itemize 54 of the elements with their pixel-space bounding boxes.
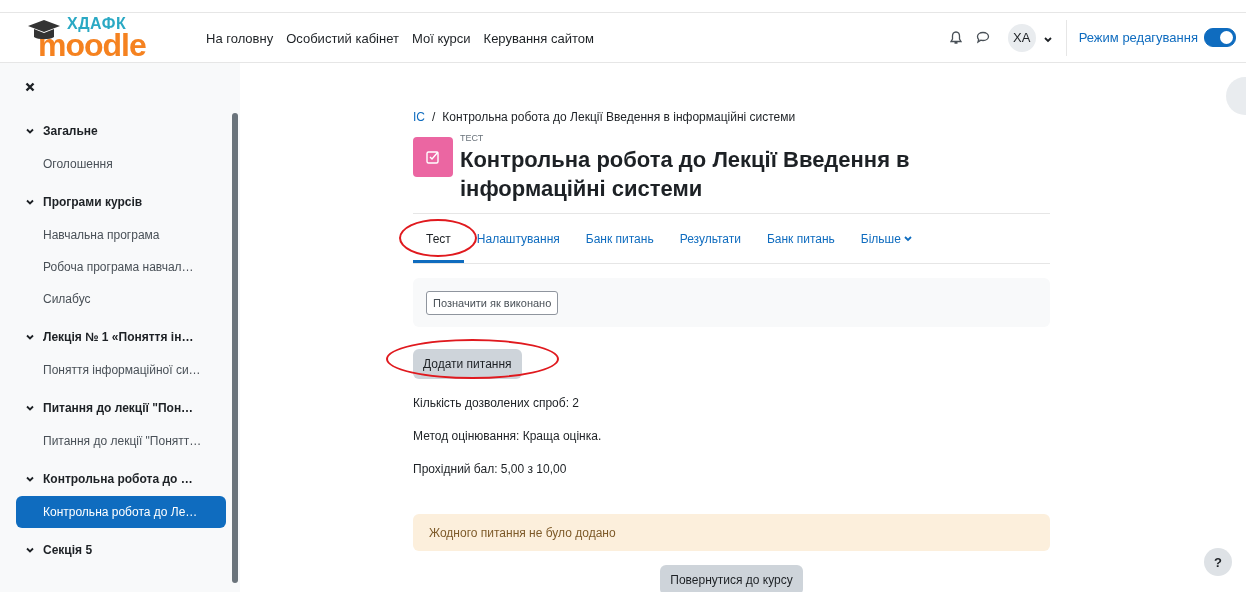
- section-heading[interactable]: Секція 5: [16, 540, 226, 560]
- back-to-course-button[interactable]: Повернутися до курсу: [660, 565, 803, 592]
- chevron-down-icon: [26, 127, 34, 135]
- section-heading[interactable]: Питання до лекції "Пон…: [16, 398, 226, 418]
- nav-link[interactable]: Особистий кабінет: [286, 30, 399, 46]
- section-heading[interactable]: Контрольна робота до …: [16, 469, 226, 489]
- tab[interactable]: Більше: [847, 214, 925, 263]
- course-index-item[interactable]: Оголошення: [16, 148, 226, 180]
- nav-link[interactable]: На головну: [206, 30, 274, 46]
- chat-bubble-icon[interactable]: [975, 31, 990, 44]
- nav-link[interactable]: Мої курси: [411, 30, 471, 46]
- edit-mode-label: Режим редагування: [1078, 30, 1198, 45]
- add-question-button[interactable]: Додати питання: [413, 349, 522, 379]
- course-index-item[interactable]: Робоча програма навчал…: [16, 251, 226, 283]
- chevron-down-icon: [1043, 36, 1052, 43]
- course-index-item[interactable]: Навчальна програма: [16, 219, 226, 251]
- chevron-down-icon: [26, 198, 34, 206]
- breadcrumb-separator: /: [432, 110, 436, 124]
- user-avatar[interactable]: ХА: [1007, 23, 1036, 52]
- quiz-info-text: Кількість дозволених спроб: 2: [413, 396, 580, 410]
- tab[interactable]: Результати: [666, 214, 754, 263]
- nav-link[interactable]: Керування сайтом: [483, 30, 594, 46]
- chevron-down-icon: [26, 404, 34, 412]
- quiz-info-text: Метод оцінювання: Краща оцінка.: [413, 429, 603, 443]
- course-index-item[interactable]: Питання до лекції "Понятт…: [16, 425, 226, 457]
- chevron-down-icon: [26, 475, 34, 483]
- section-heading[interactable]: Програми курсів: [16, 192, 226, 212]
- course-index-item[interactable]: Поняття інформаційної си…: [16, 354, 226, 386]
- course-index-item[interactable]: Контрольна робота до Ле…: [16, 496, 226, 528]
- notification-bell-icon[interactable]: [949, 30, 962, 45]
- page-title: Контрольна робота до Лекції Введення в інформаційні системи: [460, 146, 911, 203]
- logo-text: ХДАФК: [67, 15, 127, 32]
- chevron-down-icon: [26, 546, 34, 554]
- course-index-item[interactable]: Силабус: [16, 283, 226, 315]
- section-heading[interactable]: Лекція № 1 «Поняття ін…: [16, 327, 226, 347]
- tab[interactable]: Банк питань: [572, 214, 667, 263]
- help-button[interactable]: ?: [1204, 548, 1232, 576]
- activity-type-label: ТЕСТ: [460, 133, 485, 143]
- chevron-down-icon: [26, 333, 34, 341]
- tab[interactable]: Тест: [413, 214, 464, 263]
- chevron-down-icon: [903, 235, 912, 242]
- close-icon[interactable]: [25, 82, 35, 92]
- warning-notice: Жодного питання не було додано: [413, 514, 1050, 551]
- quiz-info-text: Прохідний бал: 5,00 з 10,00: [413, 462, 568, 476]
- scrollbar[interactable]: [232, 113, 238, 583]
- mark-done-button[interactable]: Позначити як виконано: [426, 290, 559, 315]
- edit-mode-toggle[interactable]: [1204, 28, 1236, 47]
- logo-wordmark: moodle: [38, 31, 146, 59]
- breadcrumb-link[interactable]: ІС: [413, 110, 425, 124]
- quiz-icon: [413, 137, 453, 177]
- section-heading[interactable]: Загальне: [16, 121, 226, 141]
- tab[interactable]: Банк питань: [753, 214, 848, 263]
- tab[interactable]: Налаштування: [463, 214, 573, 263]
- breadcrumb-current: Контрольна робота до Лекції Введення в інформаційні системи: [442, 110, 796, 124]
